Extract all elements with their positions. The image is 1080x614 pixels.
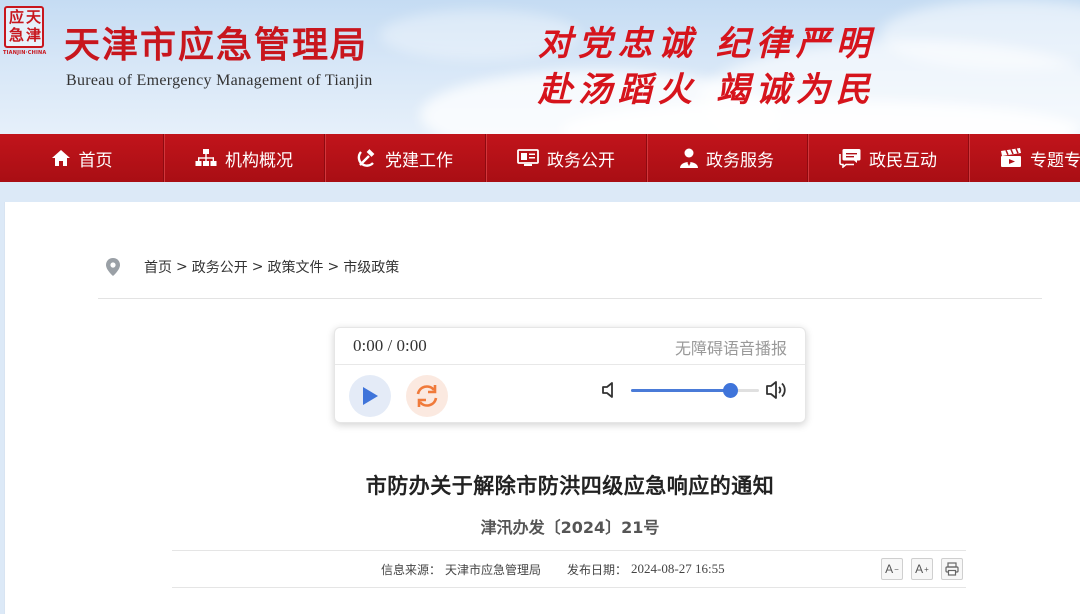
slogan-line-2: 赴汤蹈火 竭诚为民 [538, 70, 876, 110]
time-separator: / [387, 336, 393, 355]
plus-sign: + [924, 564, 929, 574]
seal-char: 津 [26, 26, 42, 44]
font-size-letter: A [915, 562, 924, 576]
nav-item-label: 机构概况 [225, 150, 293, 171]
meta-divider [172, 587, 966, 588]
nav-item-label: 首页 [78, 150, 113, 171]
volume-slider-fill [631, 389, 730, 392]
nav-item-party-building[interactable]: 党建工作 [325, 134, 486, 182]
seal-char: 应 [9, 8, 25, 26]
breadcrumb-divider [98, 298, 1042, 299]
nav-item-gov-services[interactable]: 政务服务 [647, 134, 808, 182]
nav-item-label: 政务公开 [547, 150, 615, 171]
accessibility-voice-label: 无障碍语音播报 [674, 339, 787, 358]
site-seal-logo[interactable]: 天 津 应 急 [4, 6, 44, 48]
nav-item-interaction[interactable]: 政民互动 [808, 134, 969, 182]
time-display: 0:00 / 0:00 [353, 336, 427, 356]
font-decrease-button[interactable]: A − [881, 558, 903, 580]
site-subtitle: Bureau of Emergency Management of Tianji… [66, 72, 373, 89]
player-divider [335, 364, 805, 365]
seal-tagline: TIANJIN·CHINA [3, 50, 47, 56]
font-increase-button[interactable]: A + [911, 558, 933, 580]
site-title[interactable]: 天津市应急管理局 [64, 16, 368, 68]
source-label: 信息来源： [381, 563, 442, 577]
breadcrumb-gov-affairs-open[interactable]: 政务公开 [192, 257, 248, 277]
date-label: 发布日期： [567, 563, 628, 577]
slogan-line-1: 对党忠诚 纪律严明 [538, 24, 876, 64]
font-size-letter: A [885, 562, 894, 576]
home-icon [51, 149, 71, 167]
clapperboard-icon [1000, 148, 1022, 168]
nav-item-label: 政务服务 [706, 150, 774, 171]
meta-divider [172, 550, 966, 551]
article-meta: 信息来源： 天津市应急管理局 发布日期： 2024-08-27 16:55 [381, 561, 725, 578]
hammer-sickle-icon [357, 148, 377, 168]
nav-item-label: 党建工作 [385, 150, 453, 171]
seal-char: 天 [26, 8, 42, 26]
print-button[interactable] [941, 558, 963, 580]
breadcrumb-separator: > [176, 259, 188, 275]
info-board-icon [517, 149, 539, 167]
document-number: 津汛办发〔2024〕21号 [480, 518, 660, 537]
breadcrumb-municipal-policy[interactable]: 市级政策 [343, 257, 399, 277]
main-nav: 首页 机构概况 党建工作 政务公开 政务服务 政民互动 专题专栏 [0, 134, 1080, 182]
site-header: 天 津 应 急 TIANJIN·CHINA 天津市应急管理局 Bureau of… [0, 0, 1080, 134]
publish-date: 2024-08-27 16:55 [631, 561, 725, 576]
audio-player: 0:00 / 0:00 无障碍语音播报 [334, 327, 806, 423]
volume-slider-handle[interactable] [722, 383, 738, 398]
page-background [0, 182, 1080, 202]
nav-item-organization[interactable]: 机构概况 [164, 134, 325, 182]
loop-button[interactable] [406, 375, 448, 417]
breadcrumb-separator: > [251, 259, 264, 275]
article-title: 市防办关于解除市防洪四级应急响应的通知 [365, 474, 775, 498]
minus-sign: − [894, 564, 899, 574]
play-icon [363, 387, 378, 405]
location-pin-icon [106, 258, 120, 276]
breadcrumb-policy-documents[interactable]: 政策文件 [267, 257, 323, 277]
seal-char: 急 [9, 26, 25, 44]
current-time: 0:00 [353, 336, 384, 355]
breadcrumb-separator: > [327, 259, 340, 275]
nav-item-gov-affairs-open[interactable]: 政务公开 [486, 134, 647, 182]
speaker-volume-icon[interactable] [765, 379, 789, 405]
org-chart-icon [195, 149, 217, 167]
speaker-mute-icon[interactable] [601, 381, 617, 403]
breadcrumb-home[interactable]: 首页 [144, 257, 172, 277]
breadcrumb: 首页 > 政务公开 > 政策文件 > 市级政策 [106, 256, 399, 278]
volume-slider[interactable] [631, 383, 759, 398]
chat-icon [839, 148, 861, 168]
nav-item-special-topics[interactable]: 专题专栏 [969, 134, 1080, 182]
source-value: 天津市应急管理局 [445, 563, 542, 577]
nav-item-home[interactable]: 首页 [0, 134, 164, 182]
user-service-icon [680, 148, 698, 168]
refresh-icon [416, 385, 438, 407]
nav-item-label: 政民互动 [869, 150, 937, 171]
play-button[interactable] [349, 375, 391, 417]
duration: 0:00 [396, 336, 427, 355]
printer-icon [945, 562, 959, 576]
nav-item-label: 专题专栏 [1030, 150, 1080, 171]
